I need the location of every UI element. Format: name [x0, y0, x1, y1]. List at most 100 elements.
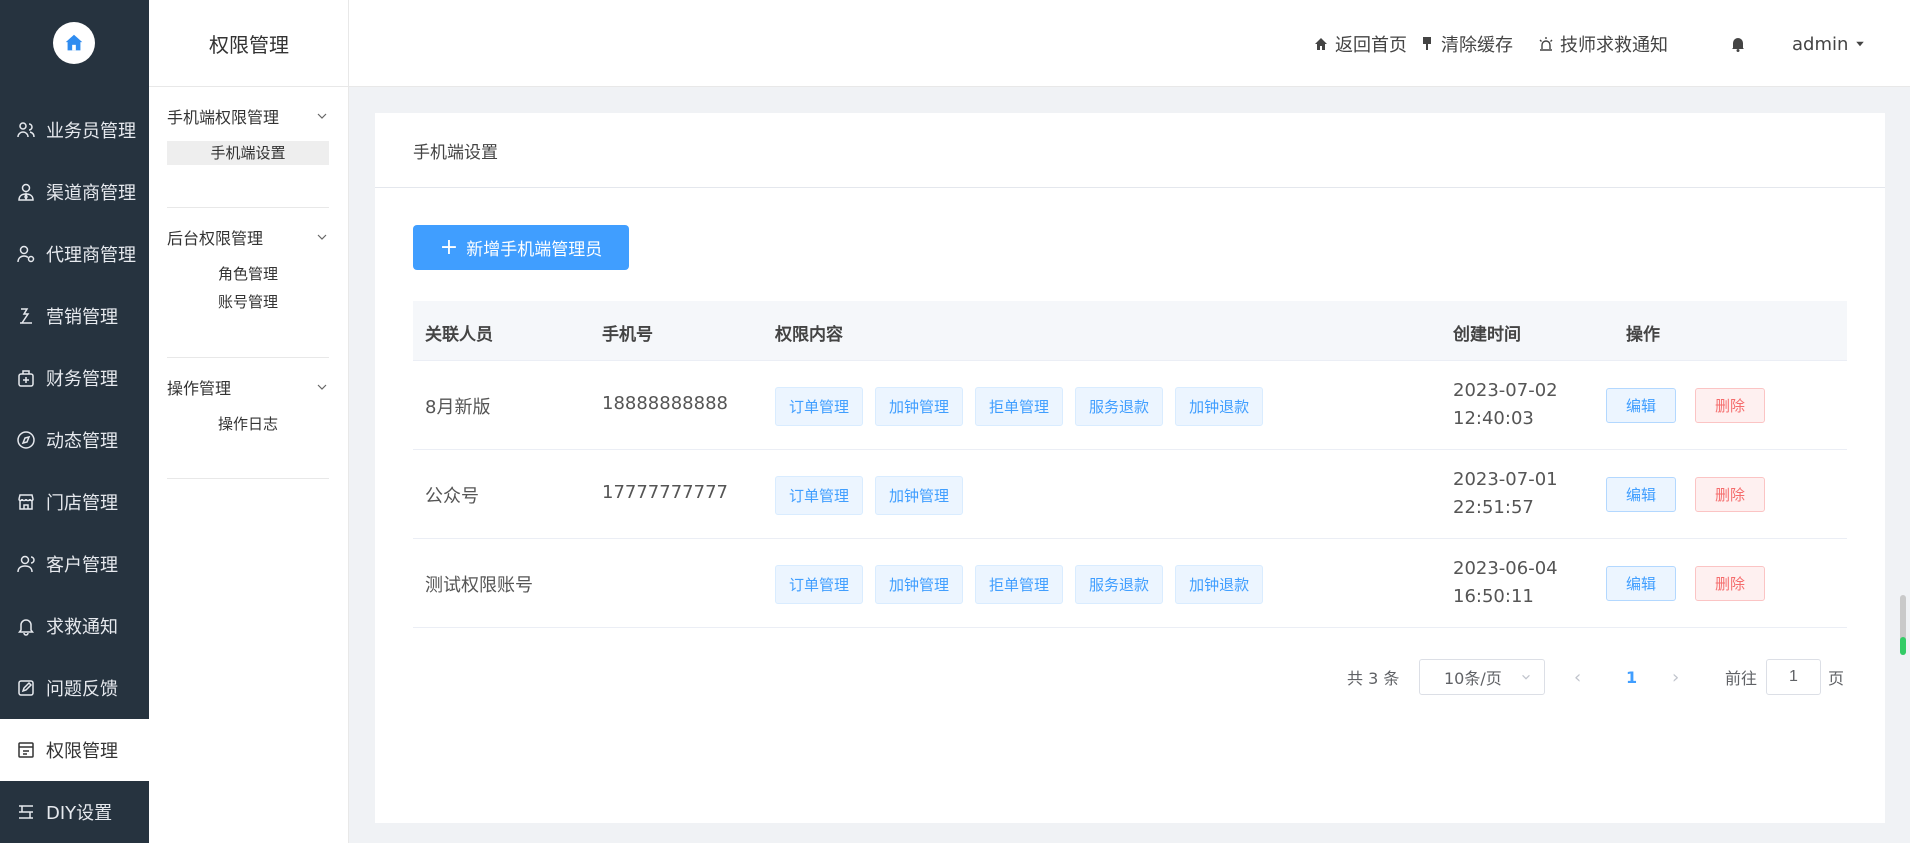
permission-tag[interactable]: 加钟管理: [875, 387, 964, 426]
subnav-group-operation: 操作管理 操作日志: [167, 372, 329, 438]
permission-tag[interactable]: 加钟退款: [1175, 565, 1264, 604]
cell-permissions: 订单管理 加钟管理: [775, 476, 964, 515]
sidebar-item-label: 门店管理: [46, 493, 118, 514]
add-button-label: 新增手机端管理员: [466, 240, 603, 260]
permission-tag[interactable]: 加钟管理: [875, 565, 964, 604]
prev-page-icon[interactable]: ‹: [1574, 659, 1581, 695]
sos-notice-link[interactable]: 技师求救通知: [1538, 30, 1668, 58]
sidebar-item-customer[interactable]: 客户管理: [0, 533, 149, 595]
username: admin: [1792, 33, 1849, 55]
cell-permissions: 订单管理 加钟管理 拒单管理 服务退款 加钟退款: [775, 387, 1264, 426]
home-link[interactable]: 返回首页: [1313, 30, 1407, 58]
subnav-link-roles[interactable]: 角色管理: [167, 260, 329, 288]
user-menu[interactable]: admin: [1792, 30, 1866, 58]
subnav-divider: [167, 478, 329, 479]
sidebar-item-permission[interactable]: 权限管理: [0, 719, 149, 781]
caret-down-icon: [1856, 41, 1865, 47]
permission-tag[interactable]: 加钟退款: [1175, 387, 1264, 426]
sidebar-item-label: 财务管理: [46, 369, 118, 390]
user-tie-icon: [14, 182, 38, 202]
house-icon: [65, 34, 83, 51]
subnav-group-header[interactable]: 手机端权限管理: [167, 101, 329, 131]
subnav-group-label: 手机端权限管理: [167, 108, 280, 127]
cell-created: 2023-06-04 16:50:11: [1453, 555, 1558, 611]
sidebar-item-finance[interactable]: 财务管理: [0, 347, 149, 409]
sidebar-item-marketing[interactable]: 营销管理: [0, 285, 149, 347]
store-icon: [14, 492, 38, 512]
agent-icon: [14, 244, 38, 264]
goto-prefix: 前往: [1725, 669, 1758, 688]
cell-phone: 18888888888: [602, 393, 728, 414]
sidebar-item-dynamic[interactable]: 动态管理: [0, 409, 149, 471]
subnav-group-label: 后台权限管理: [167, 229, 264, 248]
diy-icon: [14, 802, 38, 822]
page-scrollbar[interactable]: [1900, 595, 1906, 655]
next-page-icon[interactable]: ›: [1672, 659, 1679, 695]
permission-tag[interactable]: 订单管理: [775, 387, 864, 426]
clear-cache-label: 清除缓存: [1441, 35, 1513, 56]
notification-button[interactable]: [1730, 30, 1752, 58]
content-card: 手机端设置 + 新增手机端管理员 关联人员 手机号 权限内容 创建时间 操作 8…: [375, 113, 1885, 823]
clear-cache-link[interactable]: 清除缓存: [1419, 30, 1513, 58]
goto-suffix: 页: [1828, 669, 1845, 688]
page-number-current[interactable]: 1: [1626, 659, 1637, 695]
permission-tag[interactable]: 服务退款: [1075, 387, 1164, 426]
subnav-group-mobile: 手机端权限管理 手机端设置: [167, 101, 329, 165]
cell-phone: 17777777777: [602, 482, 728, 503]
delete-button[interactable]: 删除: [1695, 388, 1765, 423]
subnav-divider: [167, 357, 329, 358]
page-size-value: 10条/页: [1444, 669, 1502, 688]
home-logo[interactable]: [53, 22, 95, 64]
delete-button[interactable]: 删除: [1695, 477, 1765, 512]
home-link-label: 返回首页: [1335, 35, 1407, 56]
permission-tag[interactable]: 订单管理: [775, 476, 864, 515]
main-sidebar: 业务员管理 渠道商管理 代理商管理 营销管理 财务管理 动态管理 门店管理 客户…: [0, 0, 149, 843]
subnav-link-mobile-settings[interactable]: 手机端设置: [167, 141, 329, 165]
sidebar-item-sos[interactable]: 求救通知: [0, 595, 149, 657]
sidebar-item-channel[interactable]: 渠道商管理: [0, 161, 149, 223]
cell-name: 8月新版: [425, 397, 491, 418]
goto-page-input[interactable]: [1766, 659, 1821, 695]
column-header: 操作: [1626, 325, 1660, 345]
subnav-group-backend: 后台权限管理 角色管理 账号管理: [167, 222, 329, 316]
alarm-icon: [1539, 37, 1553, 51]
sos-notice-label: 技师求救通知: [1560, 35, 1668, 56]
permission-tag[interactable]: 拒单管理: [975, 387, 1064, 426]
sidebar-item-salesman[interactable]: 业务员管理: [0, 99, 149, 161]
edit-button[interactable]: 编辑: [1606, 477, 1676, 512]
card-title: 手机端设置: [375, 113, 1885, 188]
subnav-group-header[interactable]: 操作管理: [167, 372, 329, 402]
created-date: 2023-06-04: [1453, 558, 1558, 579]
pagination: 共 3 条 10条/页 ‹ 1 › 前往 页: [375, 659, 1885, 695]
subnav-title: 权限管理: [149, 0, 349, 87]
subnav-link-accounts[interactable]: 账号管理: [167, 288, 329, 316]
permission-tag[interactable]: 拒单管理: [975, 565, 1064, 604]
permission-tag[interactable]: 订单管理: [775, 565, 864, 604]
page-size-select[interactable]: 10条/页: [1419, 659, 1545, 695]
sidebar-item-label: 求救通知: [46, 617, 118, 638]
sidebar-item-agent[interactable]: 代理商管理: [0, 223, 149, 285]
cell-actions: 编辑 删除: [1606, 477, 1765, 512]
cell-actions: 编辑 删除: [1606, 566, 1765, 601]
subnav-link-oplog[interactable]: 操作日志: [167, 410, 329, 438]
column-header: 创建时间: [1453, 325, 1521, 345]
subnav-group-header[interactable]: 后台权限管理: [167, 222, 329, 252]
cell-created: 2023-07-01 22:51:57: [1453, 466, 1558, 522]
sidebar-item-label: 客户管理: [46, 555, 118, 576]
delete-button[interactable]: 删除: [1695, 566, 1765, 601]
created-date: 2023-07-02: [1453, 380, 1558, 401]
sidebar-item-store[interactable]: 门店管理: [0, 471, 149, 533]
permission-tag[interactable]: 服务退款: [1075, 565, 1164, 604]
add-mobile-admin-button[interactable]: + 新增手机端管理员: [413, 225, 629, 270]
sidebar-item-feedback[interactable]: 问题反馈: [0, 657, 149, 719]
permission-table: 关联人员 手机号 权限内容 创建时间 操作 8月新版 18888888888 订…: [413, 301, 1847, 628]
edit-button[interactable]: 编辑: [1606, 388, 1676, 423]
chevron-down-icon: [317, 234, 327, 240]
edit-button[interactable]: 编辑: [1606, 566, 1676, 601]
table-row: 测试权限账号 订单管理 加钟管理 拒单管理 服务退款 加钟退款 2023-06-…: [413, 539, 1847, 628]
cell-created: 2023-07-02 12:40:03: [1453, 377, 1558, 433]
sidebar-item-diy[interactable]: DIY设置: [0, 781, 149, 843]
permission-tag[interactable]: 加钟管理: [875, 476, 964, 515]
plus-icon: +: [439, 234, 459, 260]
sub-sidebar: 权限管理 手机端权限管理 手机端设置 后台权限管理 角色管理 账号管理 操作管理…: [149, 0, 349, 843]
